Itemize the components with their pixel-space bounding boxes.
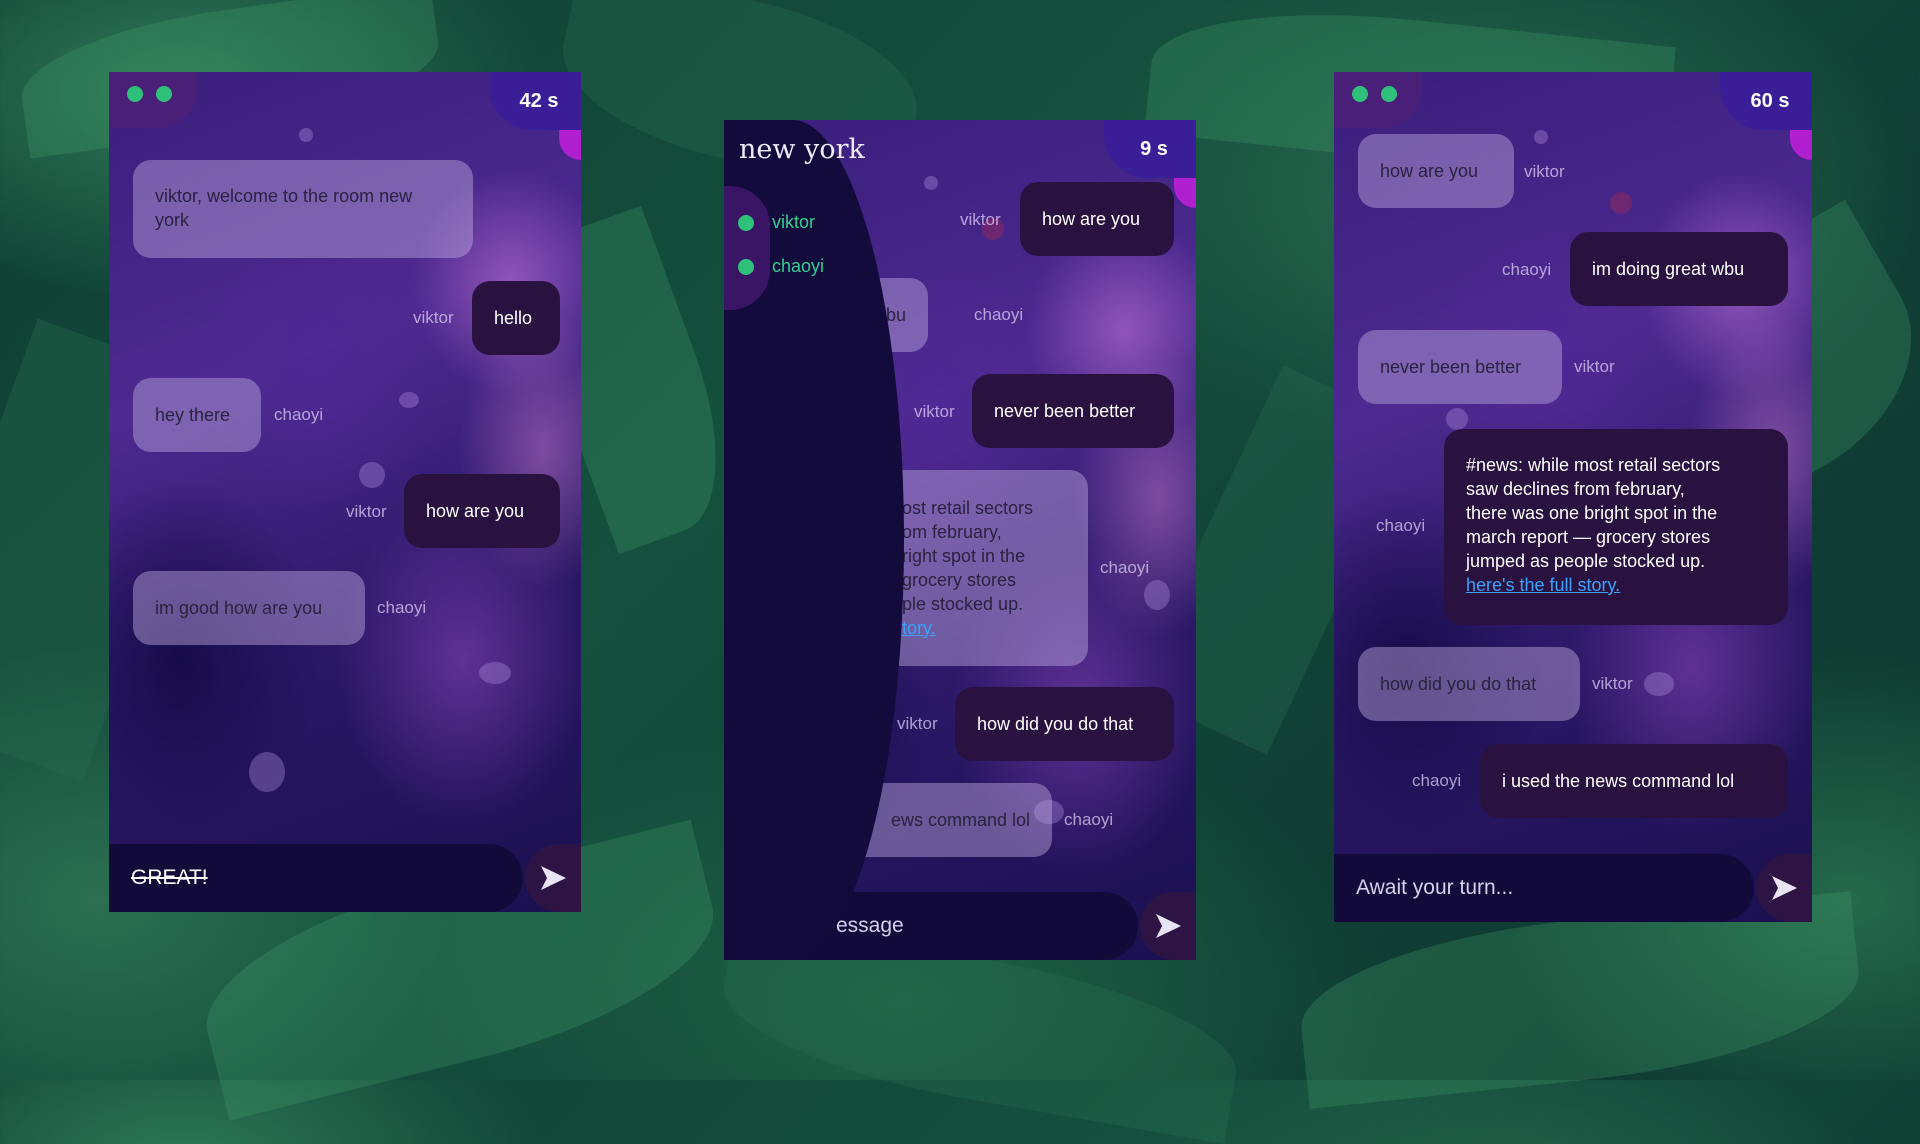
send-arrow-icon — [1156, 914, 1181, 938]
green-dot-icon — [127, 86, 143, 102]
chat-window-right: 60 s how are you viktor chaoyi im doing … — [1334, 72, 1812, 922]
sender-name: viktor — [897, 714, 938, 733]
story-link[interactable]: here's the full story. — [1466, 575, 1620, 595]
user-list-item[interactable]: chaoyi — [738, 256, 824, 277]
turn-timer: 42 s — [489, 72, 581, 130]
sender-name: viktor — [914, 402, 955, 421]
sender-name: chaoyi — [974, 305, 1024, 324]
sender-name: viktor — [1574, 357, 1615, 376]
sender-name: chaoyi — [274, 405, 324, 424]
message-bubble: hello — [472, 281, 560, 355]
online-dot-icon — [738, 258, 754, 275]
message-bubble: im good how are you — [133, 571, 365, 645]
message-bubble: how did you do that — [1358, 647, 1580, 721]
window-controls — [1334, 72, 1422, 128]
message-bubble: hey there — [133, 378, 261, 452]
message-bubble: never been better — [1358, 330, 1562, 404]
chat-window-middle: viktor how are you wbu chaoyi viktor nev… — [724, 120, 1196, 960]
sender-name: chaoyi — [1100, 558, 1150, 577]
sender-name: chaoyi — [1376, 516, 1426, 535]
window-controls — [109, 72, 197, 128]
news-message: #news: while most retail sectors saw dec… — [1444, 429, 1788, 625]
turn-timer: 9 s — [1104, 120, 1196, 178]
message-input[interactable]: Await your turn... — [1334, 854, 1754, 922]
message-bubble: how are you — [404, 474, 560, 548]
sender-name: viktor — [346, 502, 387, 521]
sender-name: viktor — [960, 210, 1001, 229]
story-link[interactable]: tory. — [902, 618, 936, 638]
green-dot-icon — [1352, 86, 1368, 102]
sender-name: viktor — [1524, 162, 1565, 181]
turn-timer: 60 s — [1720, 72, 1812, 130]
sender-name: chaoyi — [1502, 260, 1552, 279]
message-bubble: im doing great wbu — [1570, 232, 1788, 306]
user-list-item[interactable]: viktor — [738, 212, 815, 233]
send-button[interactable] — [525, 844, 581, 912]
send-arrow-icon — [1772, 876, 1797, 900]
send-arrow-icon — [541, 866, 566, 890]
message-input[interactable]: GREAT! — [109, 844, 523, 912]
sender-name: chaoyi — [377, 598, 427, 617]
sender-name: viktor — [413, 308, 454, 327]
message-bubble: never been better — [972, 374, 1174, 448]
green-dot-icon — [1381, 86, 1397, 102]
send-button[interactable] — [1140, 892, 1196, 960]
sender-name: viktor — [1592, 674, 1633, 693]
message-bubble: i used the news command lol — [1480, 744, 1788, 818]
chat-window-left: 42 s viktor, welcome to the room new yor… — [109, 72, 581, 912]
sender-name: chaoyi — [1412, 771, 1462, 790]
system-message: viktor, welcome to the room new york — [133, 160, 473, 258]
message-bubble: how are you — [1358, 134, 1514, 208]
sender-name: chaoyi — [1064, 810, 1114, 829]
online-dot-icon — [738, 214, 754, 231]
message-bubble: how are you — [1020, 182, 1174, 256]
green-dot-icon — [156, 86, 172, 102]
message-bubble: how did you do that — [955, 687, 1174, 761]
room-title: new york — [739, 134, 865, 165]
send-button[interactable] — [1756, 854, 1812, 922]
